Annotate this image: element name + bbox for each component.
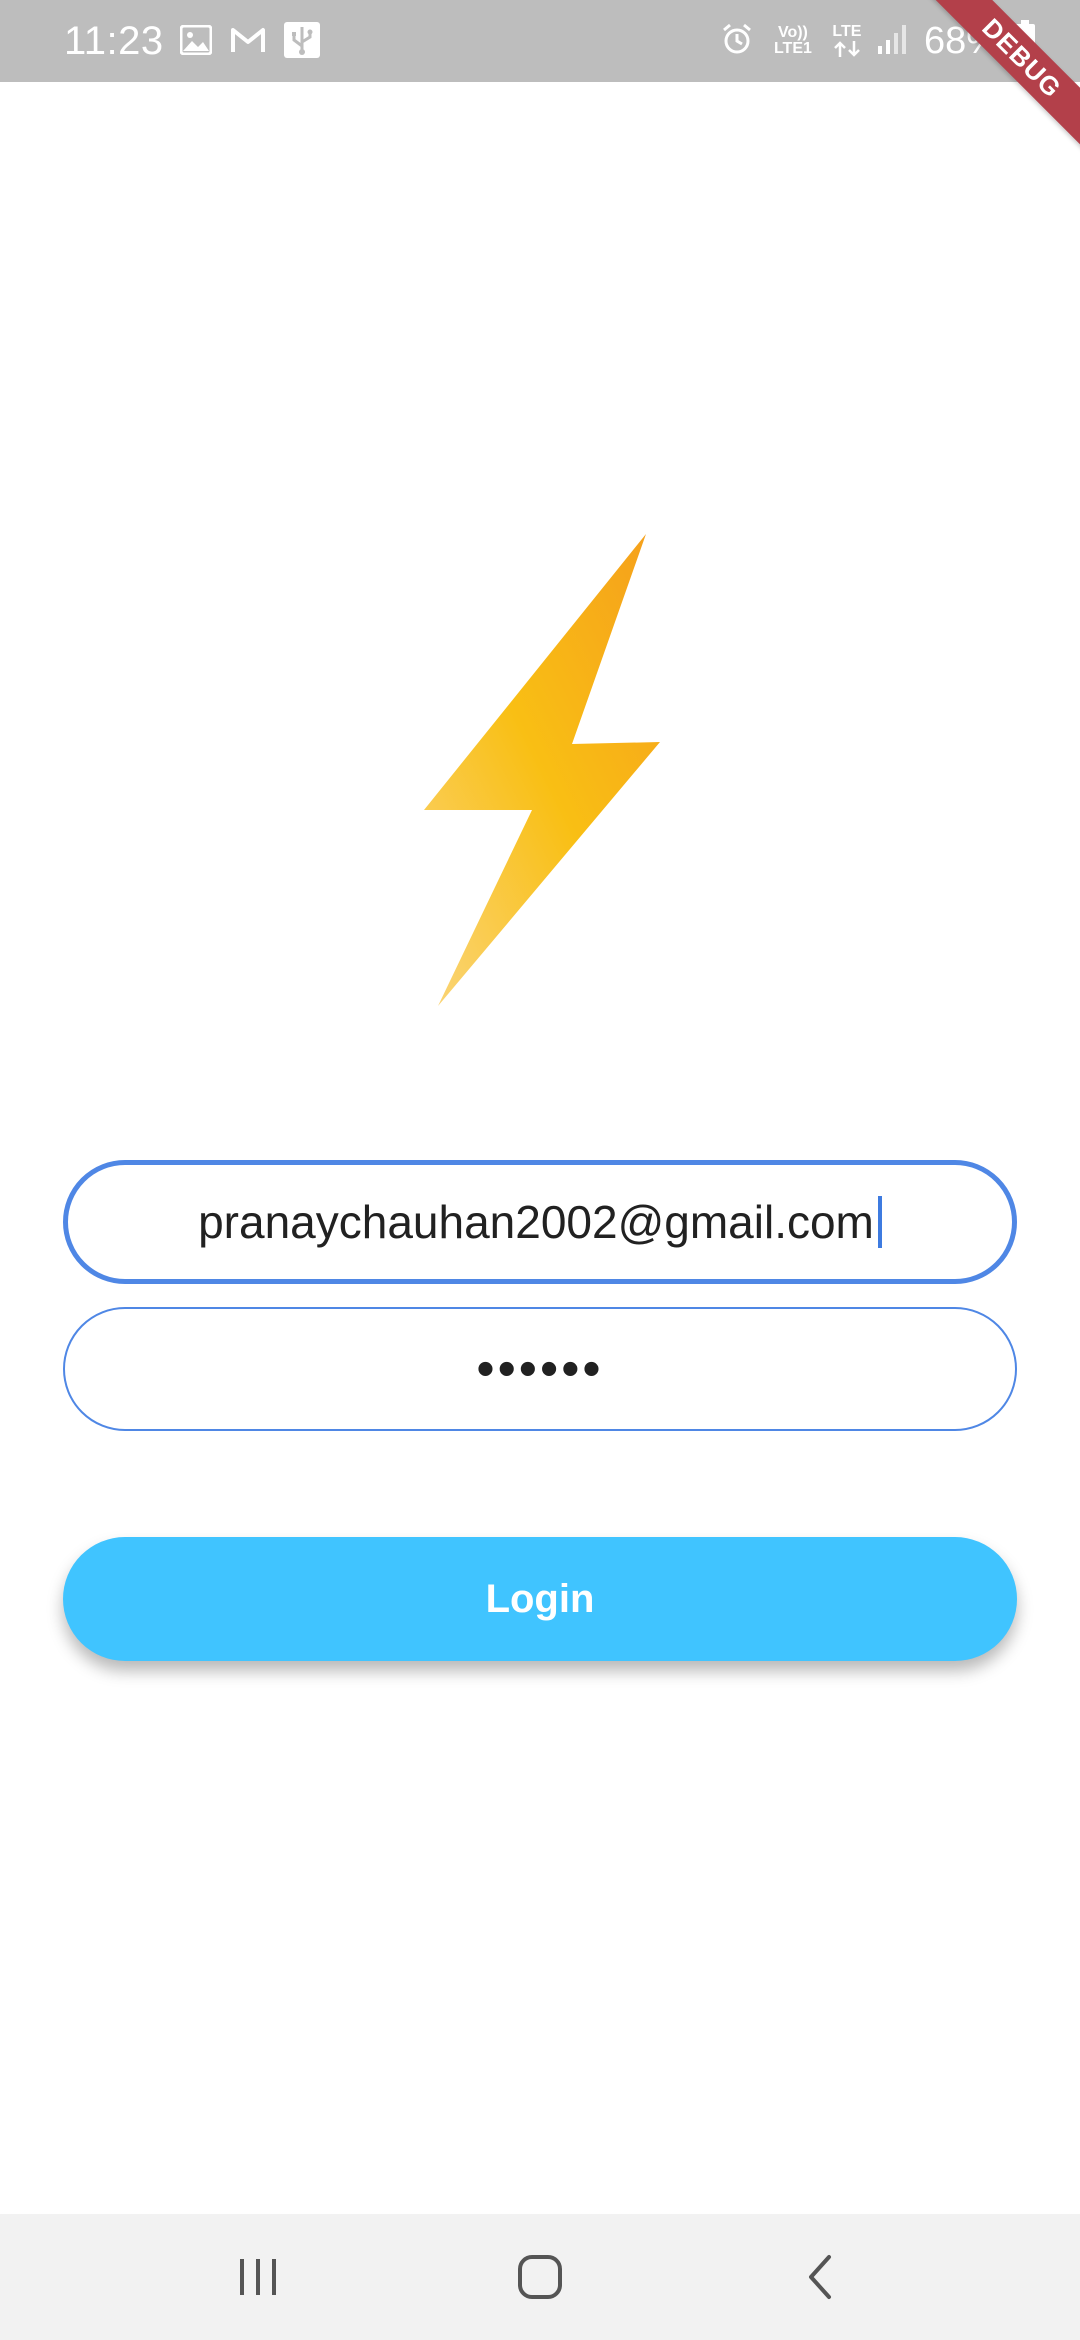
usb-icon xyxy=(284,22,320,63)
login-button-label: Login xyxy=(485,1576,595,1621)
signal-icon xyxy=(876,22,910,61)
alarm-icon xyxy=(720,22,754,61)
lte-label: LTE xyxy=(832,23,862,40)
gallery-icon xyxy=(179,24,213,60)
email-value: pranaychauhan2002@gmail.com xyxy=(198,1196,874,1248)
home-icon[interactable] xyxy=(500,2244,580,2310)
lte-indicator: LTE xyxy=(832,24,862,58)
recent-apps-icon[interactable] xyxy=(218,2244,298,2310)
navigation-bar xyxy=(0,2214,1080,2340)
gmail-icon xyxy=(230,26,266,59)
lightning-bolt-icon xyxy=(420,534,660,1006)
password-value: •••••• xyxy=(476,1340,604,1398)
login-button[interactable]: Login xyxy=(63,1537,1017,1661)
status-bar: 11:23 Vo)) LTE1 LTE 68% xyxy=(0,0,1080,82)
volte-indicator: Vo)) LTE1 xyxy=(768,25,818,57)
notification-icons xyxy=(179,22,320,63)
status-time: 11:23 xyxy=(64,19,164,63)
back-icon[interactable] xyxy=(780,2244,860,2310)
volte-label: Vo)) LTE1 xyxy=(773,24,812,57)
email-input[interactable]: pranaychauhan2002@gmail.com xyxy=(63,1160,1017,1284)
password-input[interactable]: •••••• xyxy=(63,1307,1017,1431)
text-cursor xyxy=(877,1196,882,1248)
